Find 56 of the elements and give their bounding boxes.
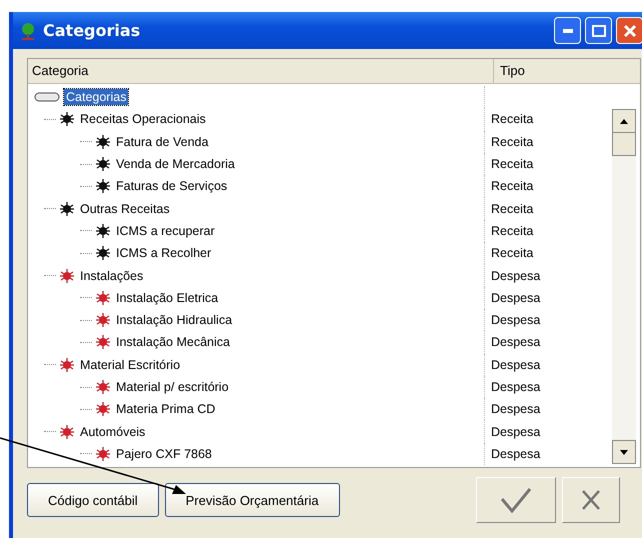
tree-item[interactable]: Materia Prima CD [114, 401, 218, 418]
tree-item[interactable]: Receitas Operacionais [78, 111, 208, 128]
type-cell: Despesa [491, 313, 540, 328]
type-cell: Despesa [491, 268, 540, 283]
type-cell: Receita [491, 246, 534, 260]
tree-item[interactable]: Material Escritório [78, 356, 182, 373]
up-arrow-icon [620, 118, 628, 124]
type-cell: Despesa [491, 380, 540, 394]
scrollbar[interactable] [612, 109, 636, 464]
tree-item[interactable]: Pajero CXF 7868 [114, 446, 214, 462]
type-cell: Receita [491, 202, 534, 216]
type-cell: Receita [491, 157, 534, 172]
tree-icon [19, 22, 37, 40]
type-cell: Receita [491, 112, 534, 126]
maximize-button[interactable] [585, 17, 612, 44]
down-arrow-icon [620, 450, 628, 454]
tree-item[interactable]: Outras Receitas [78, 200, 172, 217]
tree-item[interactable]: Faturas de Serviços [114, 178, 230, 194]
tree-item[interactable]: ICMS a Recolher [114, 245, 214, 262]
close-icon [622, 24, 636, 38]
collapse-icon[interactable] [34, 91, 60, 104]
minimize-icon [562, 28, 572, 32]
confirm-button[interactable] [476, 477, 556, 523]
tree-item[interactable]: Fatura de Venda [114, 134, 210, 150]
type-cell: Despesa [491, 402, 540, 416]
scroll-thumb[interactable] [612, 133, 636, 156]
type-cell: Receita [491, 224, 534, 238]
tree-item[interactable]: Material p/ escritório [114, 379, 231, 395]
close-button[interactable] [616, 17, 642, 44]
maximize-icon [592, 24, 606, 36]
type-cell: Despesa [491, 358, 540, 372]
column-header[interactable]: Categoria [28, 59, 494, 83]
type-cell: Receita [491, 134, 534, 149]
tree-item[interactable]: Categorias [64, 89, 128, 106]
tree-item[interactable]: Instalações [78, 268, 146, 284]
tree-item[interactable]: Instalação Eletrica [114, 290, 220, 306]
tree-item[interactable]: Automóveis [78, 424, 148, 440]
tree-item[interactable]: Instalação Mecânica [114, 334, 232, 350]
checkmark-icon [500, 487, 532, 513]
minimize-button[interactable] [554, 17, 581, 44]
scroll-up-button[interactable] [612, 109, 636, 133]
tree-item[interactable]: Instalação Hidraulica [114, 312, 234, 328]
close-icon [580, 489, 601, 511]
scroll-down-button[interactable] [612, 440, 636, 464]
type-cell: Despesa [491, 424, 540, 439]
tree-item[interactable]: Venda de Mercadoria [114, 156, 237, 172]
action-button[interactable]: Código contábil [27, 483, 159, 517]
action-button[interactable]: Previsão Orçamentária [164, 483, 340, 517]
window-title: Categorias [43, 21, 140, 40]
type-cell: Despesa [491, 335, 540, 350]
type-cell: Despesa [491, 446, 540, 461]
cancel-button[interactable] [562, 477, 620, 523]
type-cell: Despesa [491, 290, 540, 305]
type-cell: Receita [491, 179, 534, 194]
tree-item[interactable]: ICMS a recuperar [114, 222, 217, 239]
column-header[interactable]: Tipo [494, 59, 531, 83]
